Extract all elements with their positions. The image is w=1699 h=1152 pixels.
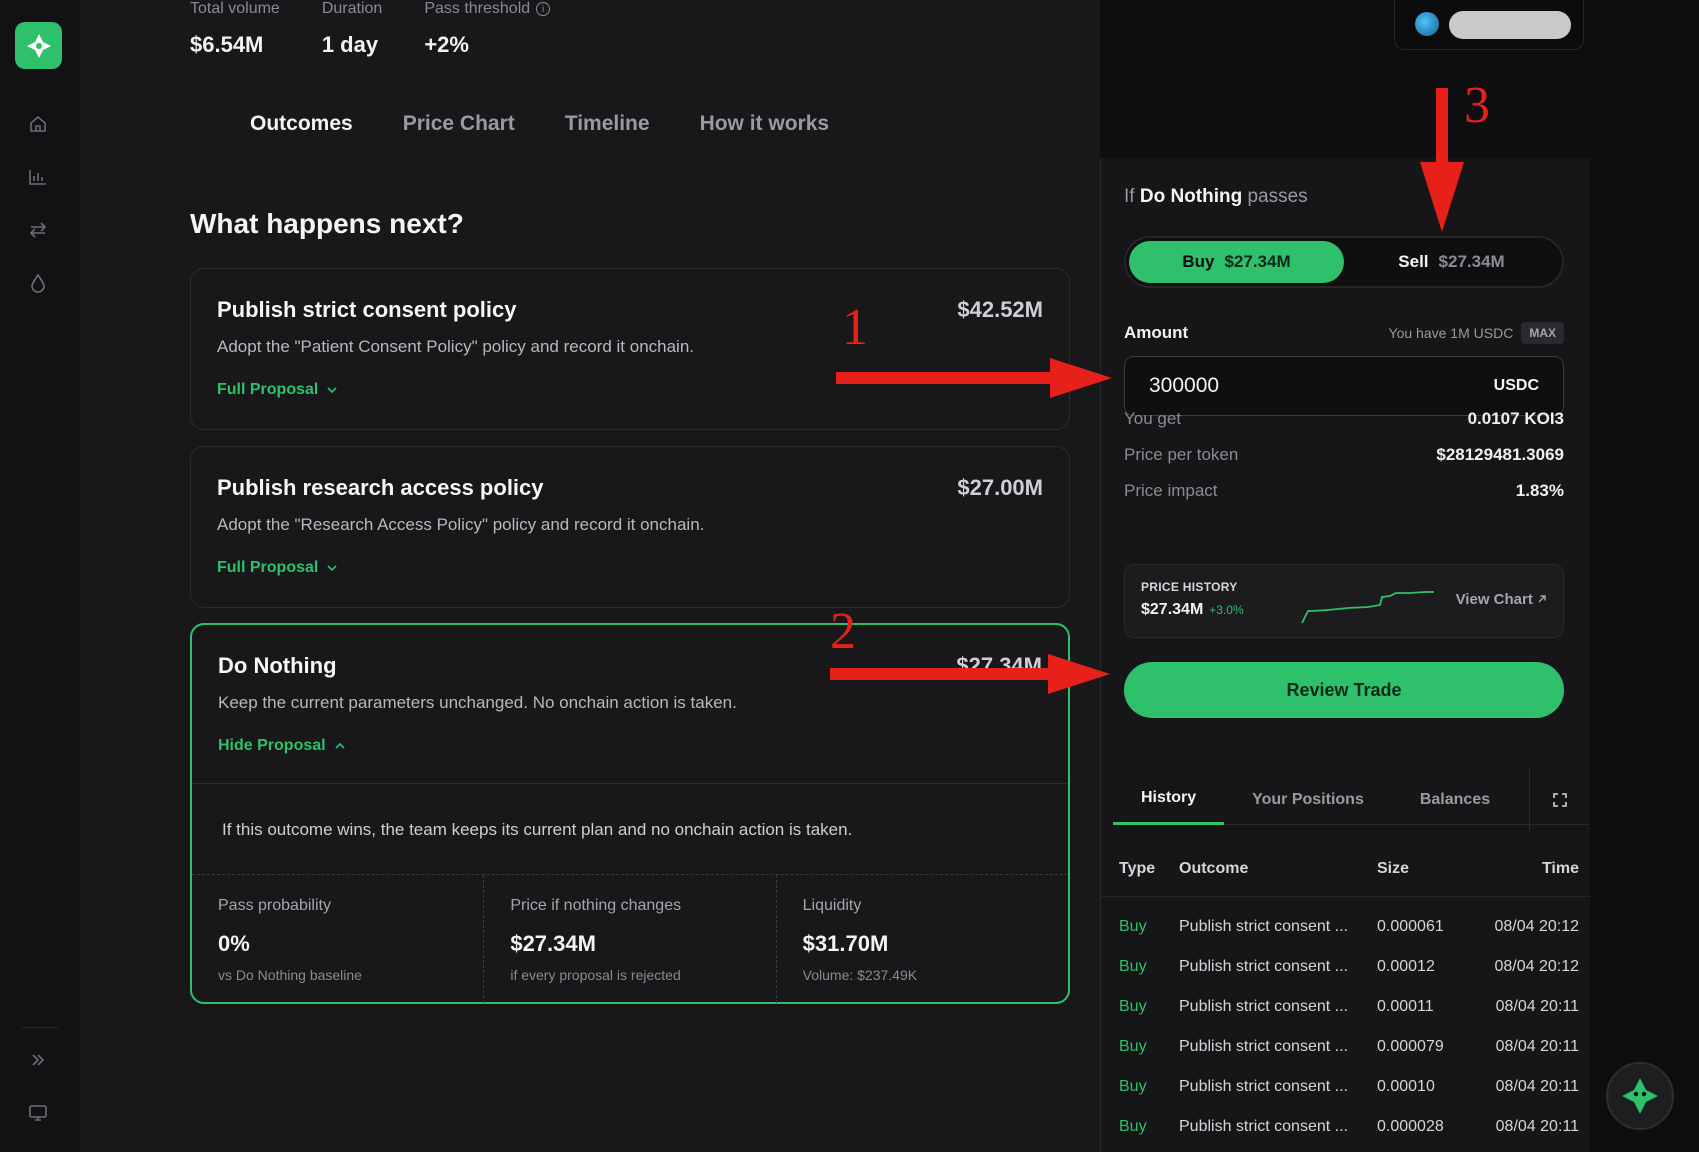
arrow-1 bbox=[836, 358, 1112, 398]
annotation-1: 1 bbox=[842, 299, 868, 356]
annotation-2: 2 bbox=[830, 603, 856, 660]
arrow-3 bbox=[1420, 88, 1464, 232]
arrow-2 bbox=[830, 654, 1110, 694]
annotation-arrows bbox=[830, 88, 1464, 694]
annotation-3: 3 bbox=[1464, 77, 1490, 134]
